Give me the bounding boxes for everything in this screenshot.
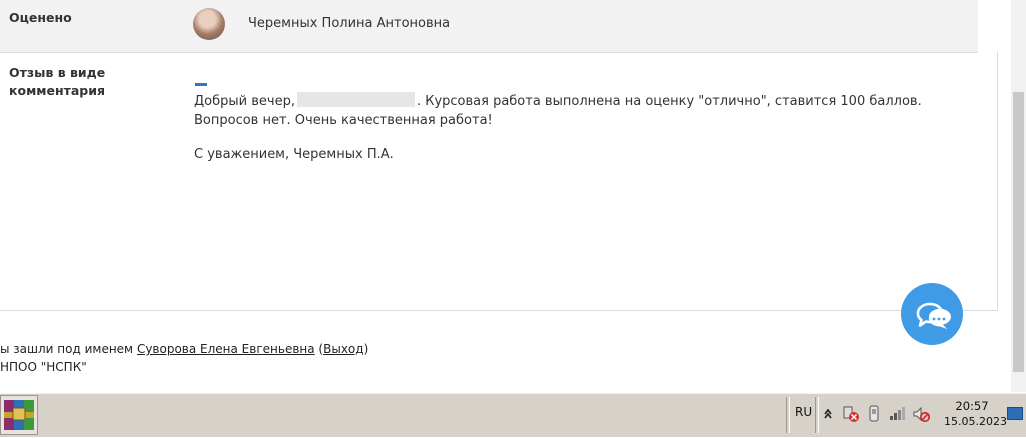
volume-muted-icon[interactable] xyxy=(912,405,931,427)
editor-indicator xyxy=(195,83,207,86)
feedback-label: Отзыв в виде комментария xyxy=(9,65,106,98)
language-indicator[interactable]: RU xyxy=(795,405,812,419)
card-border-right xyxy=(997,52,998,310)
chevron-up-icon[interactable] xyxy=(823,405,833,425)
login-info: ы зашли под именем Суворова Елена Евгень… xyxy=(0,340,368,358)
clock-date[interactable]: 15.05.2023 xyxy=(944,415,1007,428)
windows-taskbar: RU 20:57 15.05.2023 xyxy=(0,392,1026,437)
usb-drive-icon[interactable] xyxy=(868,405,880,427)
winrar-app-icon xyxy=(4,400,34,430)
show-desktop-button[interactable] xyxy=(1007,407,1023,420)
card-border-bottom xyxy=(0,310,998,311)
paren-close: ) xyxy=(363,342,369,356)
login-prefix: ы зашли под именем xyxy=(0,342,134,356)
grader-name: Черемных Полина Антоновна xyxy=(248,16,451,31)
graded-row: Оценено Черемных Полина Антоновна xyxy=(0,0,978,53)
user-profile-link[interactable]: Суворова Елена Евгеньевна xyxy=(137,342,315,356)
redacted-name xyxy=(296,92,415,107)
vertical-scrollbar[interactable] xyxy=(1011,0,1026,392)
clock-time[interactable]: 20:57 xyxy=(944,399,1000,413)
graded-label: Оценено xyxy=(9,10,72,25)
tray-separator xyxy=(786,397,790,433)
comment-signature: С уважением, Черемных П.А. xyxy=(194,147,394,162)
signal-bars-icon[interactable] xyxy=(889,405,907,425)
comment-greeting: Добрый вечер, xyxy=(194,94,295,109)
comment-rest: . Курсовая работа выполнена на оценку "о… xyxy=(416,94,922,109)
comment-line-2: Вопросов нет. Очень качественная работа! xyxy=(194,113,493,128)
chat-bubbles-icon xyxy=(916,302,951,329)
logout-link[interactable]: Выход xyxy=(323,342,363,356)
feedback-comment: Добрый вечер, . Курсовая работа выполнена… xyxy=(194,92,984,179)
comment-line-1: Добрый вечер, . Курсовая работа выполнена… xyxy=(194,92,984,111)
page-footer: ы зашли под именем Суворова Елена Евгень… xyxy=(0,340,368,376)
submission-page: Оценено Черемных Полина Антоновна Отзыв … xyxy=(0,0,1026,392)
org-name: НПОО "НСПК" xyxy=(0,360,87,374)
grader-avatar xyxy=(193,8,225,40)
tray-separator-2 xyxy=(815,397,819,433)
taskbar-app-button[interactable] xyxy=(0,395,38,435)
network-warning-icon[interactable] xyxy=(842,405,860,427)
scrollbar-thumb[interactable] xyxy=(1013,92,1024,372)
chat-button[interactable] xyxy=(901,283,963,345)
